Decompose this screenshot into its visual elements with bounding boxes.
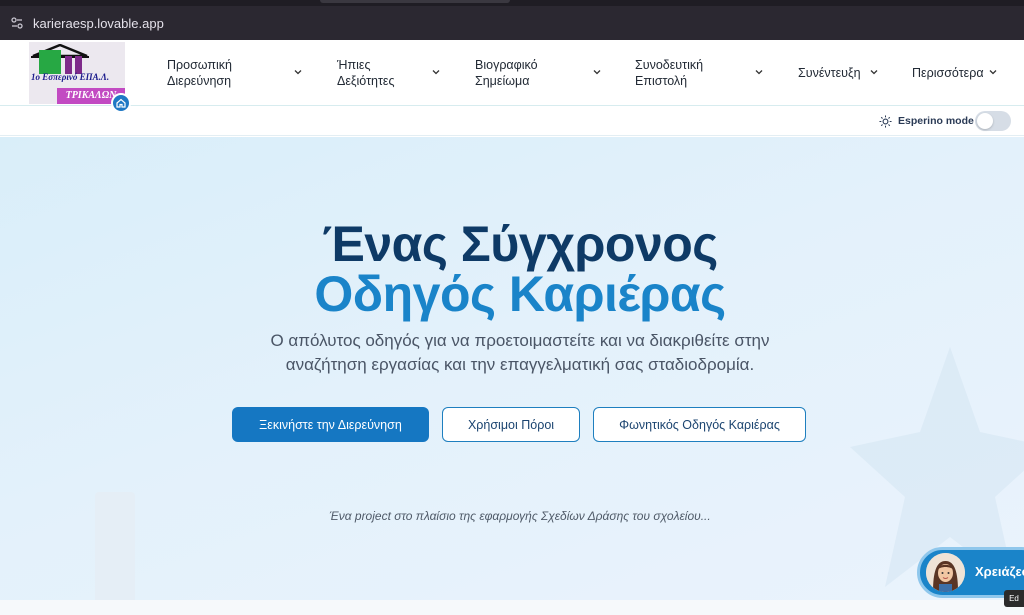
nav-item-cover-letter[interactable]: Συνοδευτική Επιστολή [635,40,767,106]
esperino-mode-toggle[interactable] [975,111,1011,131]
mode-bar: Esperino mode [0,107,1024,136]
nav-label: Σημείωμα [475,74,530,88]
url-text[interactable]: karieraesp.lovable.app [33,16,164,31]
nav-label: Περισσότερα [912,66,984,80]
chevron-down-icon [294,70,302,75]
assistant-avatar [926,553,965,592]
hero-subtitle-line1: Ο απόλυτος οδηγός για να προετοιμαστείτε… [270,331,770,350]
nav-item-more[interactable]: Περισσότερα [912,40,1002,106]
nav-label: Ήπιες [337,58,371,72]
toggle-knob [977,113,993,129]
school-logo[interactable]: 1ο Εσπερινό ΕΠΑ.Λ. ΤΡΙΚΑΛΩΝ [29,42,125,104]
nav-label: Δεξιότητες [337,74,395,88]
site-info-icon[interactable] [7,13,27,33]
hero-subtitle: Ο απόλυτος οδηγός για να προετοιμαστείτε… [200,329,840,377]
voice-career-guide-button[interactable]: Φωνητικός Οδηγός Καριέρας [593,407,806,442]
start-exploration-button[interactable]: Ξεκινήστε την Διερεύνηση [232,407,429,442]
nav-label: Προσωπική [167,58,232,72]
chevron-down-icon [432,70,440,75]
edit-badge[interactable]: Ed [1004,590,1024,607]
useful-resources-button[interactable]: Χρήσιμοι Πόροι [442,407,580,442]
esperino-mode-label: Esperino mode [898,115,974,127]
nav-item-personal-exploration[interactable]: Προσωπική Διερεύνηση [167,40,307,106]
nav-label: Βιογραφικό [475,58,538,72]
chevron-down-icon [989,70,997,75]
next-section-edge [0,600,1024,615]
project-note: Ένα project στο πλαίσιο της εφαρμογής Σχ… [329,509,711,523]
nav-label: Συνέντευξη [798,66,861,80]
nav-label: Επιστολή [635,74,688,88]
nav-item-cv[interactable]: Βιογραφικό Σημείωμα [475,40,605,106]
hero-title-line2: Οδηγός Καριέρας [314,266,726,322]
nav-item-interview[interactable]: Συνέντευξη [798,40,882,106]
logo-green-block [39,50,61,74]
logo-school-name: 1ο Εσπερινό ΕΠΑ.Λ. [31,72,110,82]
chevron-down-icon [593,70,601,75]
hero-subtitle-line2: αναζήτηση εργασίας και την επαγγελματική… [285,355,755,374]
nav-label: Συνοδευτική [635,58,704,72]
chat-label: Χρειάζεσ [975,564,1024,579]
home-icon[interactable] [111,93,131,113]
sun-icon [879,115,892,128]
nav-item-soft-skills[interactable]: Ήπιες Δεξιότητες [337,40,445,106]
browser-address-bar[interactable]: karieraesp.lovable.app [0,6,1024,40]
browser-tab-edge[interactable] [320,0,510,3]
main-navigation: 1ο Εσπερινό ΕΠΑ.Λ. ΤΡΙΚΑΛΩΝ Προσωπική Διε… [0,40,1024,113]
chevron-down-icon [870,70,878,75]
hero-section: Ένας Σύγχρονος Οδηγός Καριέρας Ο απόλυτο… [0,137,1024,600]
chevron-down-icon [755,70,763,75]
nav-label: Διερεύνηση [167,74,232,88]
